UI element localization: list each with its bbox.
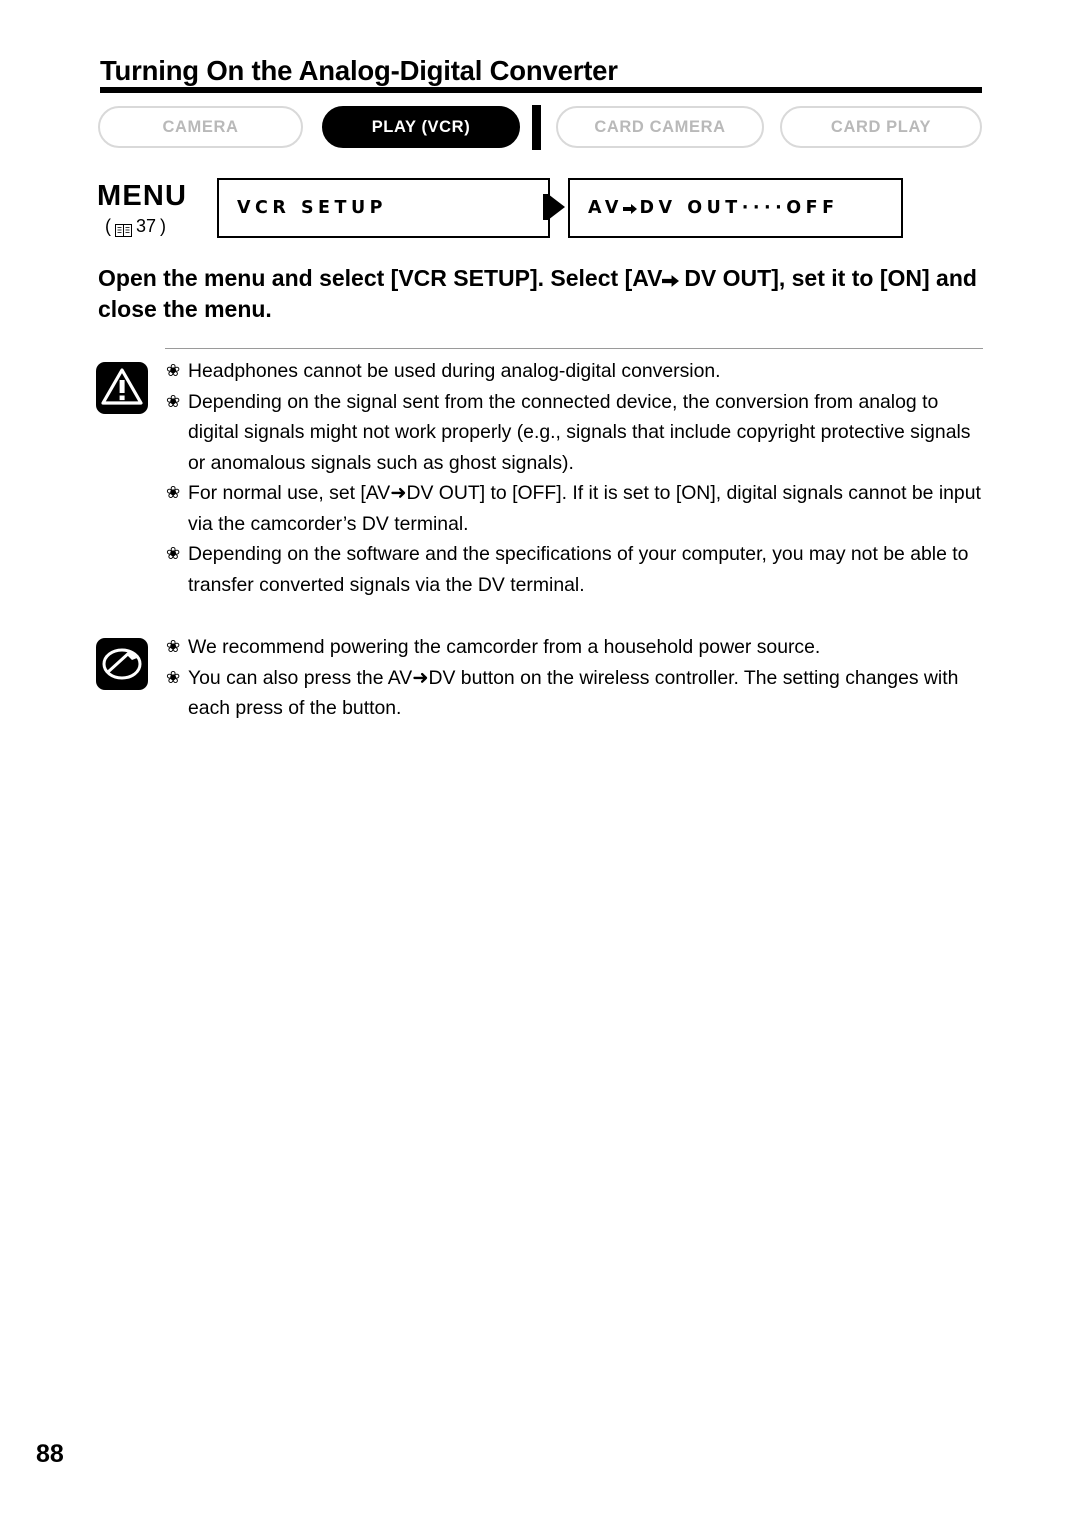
note-pencil-icon <box>96 638 148 690</box>
instruction-part1: Open the menu and select [VCR SETUP]. Se… <box>98 265 663 291</box>
caution-note-list: ❀ Headphones cannot be used during analo… <box>166 356 986 600</box>
list-item: ❀ We recommend powering the camcorder fr… <box>166 632 986 663</box>
note-bullet: ❀ <box>166 391 181 411</box>
note-bullet: ❀ <box>166 483 181 502</box>
tab-card-play-label: CARD PLAY <box>830 117 932 136</box>
menu-item-vcr-setup[interactable]: VCR SETUP <box>217 178 550 238</box>
caution-icon-wrap <box>96 356 166 414</box>
menu-ref-close-paren: ) <box>160 216 167 236</box>
tab-camera-label: CAMERA <box>162 117 239 136</box>
note-bullet: ❀ <box>166 637 181 656</box>
tab-play-vcr[interactable]: PLAY (VCR) <box>322 106 520 148</box>
menu-ref-open-paren: ( <box>105 216 111 236</box>
caution-exclamation-icon <box>96 362 148 414</box>
note-bullet: ❀ <box>166 667 181 687</box>
list-item: ❀ You can also press the AV➜DV button on… <box>166 663 986 724</box>
note-text: Headphones cannot be used during analog-… <box>188 360 721 382</box>
instruction-divider <box>165 348 983 349</box>
document-page: Turning On the Analog-Digital Converter … <box>0 0 1080 1529</box>
info-note-group: ❀ We recommend powering the camcorder fr… <box>96 632 986 724</box>
avdv-arrow-icon <box>622 199 640 219</box>
note-bullet: ❀ <box>166 361 181 380</box>
menu-item-avdv-out-label: AV DV OUT····OFF <box>588 198 839 218</box>
instruction-text: Open the menu and select [VCR SETUP]. Se… <box>98 263 982 325</box>
title-underline <box>100 87 982 93</box>
note-text: Depending on the signal sent from the co… <box>188 390 971 474</box>
book-icon <box>115 221 132 237</box>
note-text: We recommend powering the camcorder from… <box>188 636 821 658</box>
tab-card-camera[interactable]: CARD CAMERA <box>556 106 764 148</box>
page-title: Turning On the Analog-Digital Converter <box>100 55 618 86</box>
note-text: For normal use, set [AV➜DV OUT] to [OFF]… <box>188 482 981 535</box>
list-item: ❀ Depending on the software and the spec… <box>166 539 986 600</box>
note-text: You can also press the AV➜DV button on t… <box>188 666 959 720</box>
note-bullet: ❀ <box>166 544 181 563</box>
menu-ref-number: 37 <box>136 216 157 236</box>
menu-item-vcr-setup-label: VCR SETUP <box>237 198 387 218</box>
tab-camera[interactable]: CAMERA <box>98 106 303 148</box>
menu-label: MENU <box>97 180 188 212</box>
info-icon-wrap <box>96 632 166 690</box>
right-arrow-icon <box>548 194 565 220</box>
tab-card-camera-label: CARD CAMERA <box>594 117 726 136</box>
list-item: ❀ Headphones cannot be used during analo… <box>166 356 986 387</box>
menu-item-avdv-prefix: AV <box>588 198 623 218</box>
tab-play-vcr-label: PLAY (VCR) <box>371 117 471 136</box>
menu-item-avdv-out[interactable]: AV DV OUT····OFF <box>568 178 903 238</box>
caution-note-group: ❀ Headphones cannot be used during analo… <box>96 356 986 600</box>
list-item: ❀ Depending on the signal sent from the … <box>166 387 986 479</box>
instruction-arrow-icon <box>662 264 684 295</box>
list-item: ❀ For normal use, set [AV➜DV OUT] to [OF… <box>166 478 986 539</box>
page-number: 88 <box>36 1440 64 1468</box>
menu-page-reference: ( 37 ) <box>105 216 166 237</box>
mode-tab-bar: CAMERA PLAY (VCR) CARD CAMERA CARD PLAY <box>98 105 982 150</box>
note-text: Depending on the software and the specif… <box>188 543 969 596</box>
info-note-list: ❀ We recommend powering the camcorder fr… <box>166 632 986 724</box>
menu-item-avdv-suffix: DV OUT····OFF <box>639 198 839 218</box>
tab-card-play[interactable]: CARD PLAY <box>780 106 982 148</box>
tab-divider <box>532 105 541 150</box>
notes-section: ❀ Headphones cannot be used during analo… <box>96 356 986 724</box>
